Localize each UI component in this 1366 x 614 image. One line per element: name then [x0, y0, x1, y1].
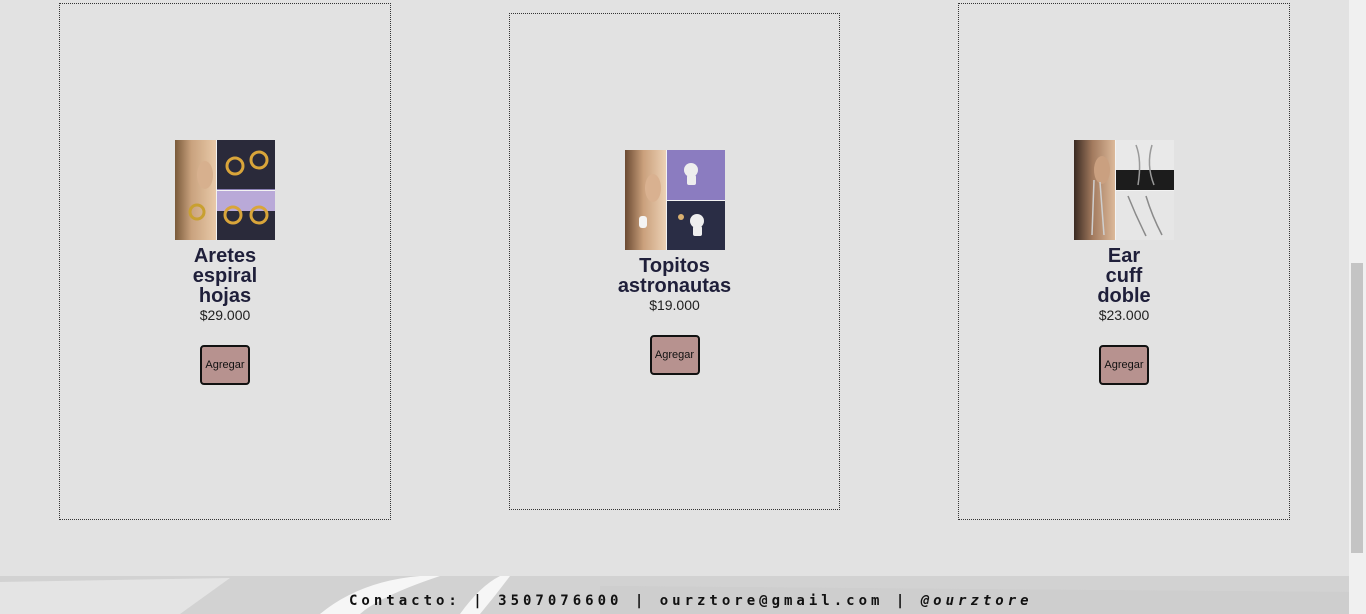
product-card: Aretes espiral hojas $29.000 Agregar [59, 3, 391, 520]
product-price: $29.000 [199, 307, 251, 323]
product-price: $19.000 [649, 297, 700, 313]
add-to-cart-button[interactable]: Agregar [200, 345, 250, 385]
footer-contact-text: Contacto: | 3507076600 | ourztore@gmail.… [349, 593, 909, 609]
page: Aretes espiral hojas $29.000 Agregar Top… [0, 0, 1366, 614]
product-price: $23.000 [1098, 307, 1150, 323]
product-image[interactable] [175, 140, 275, 240]
add-to-cart-button[interactable]: Agregar [649, 335, 700, 375]
add-to-cart-button[interactable]: Agregar [1099, 345, 1149, 385]
product-card: Topitos astronautas $19.000 Agregar [509, 13, 840, 510]
footer-contact: Contacto: | 3507076600 | ourztore@gmail.… [349, 593, 1033, 609]
product-card: Ear cuff doble $23.000 Agregar [958, 3, 1290, 520]
product-title: Topitos astronautas [617, 255, 732, 297]
product-title: Ear cuff doble [1097, 245, 1151, 307]
vertical-scrollbar[interactable] [1349, 0, 1366, 614]
product-image[interactable] [1074, 140, 1174, 240]
product-title: Aretes espiral hojas [192, 245, 258, 307]
instagram-handle[interactable]: @ourztore [921, 593, 1033, 609]
scrollbar-thumb[interactable] [1351, 263, 1363, 553]
product-grid: Aretes espiral hojas $29.000 Agregar Top… [0, 0, 1349, 614]
footer: Contacto: | 3507076600 | ourztore@gmail.… [0, 576, 1349, 614]
product-image[interactable] [624, 150, 725, 250]
